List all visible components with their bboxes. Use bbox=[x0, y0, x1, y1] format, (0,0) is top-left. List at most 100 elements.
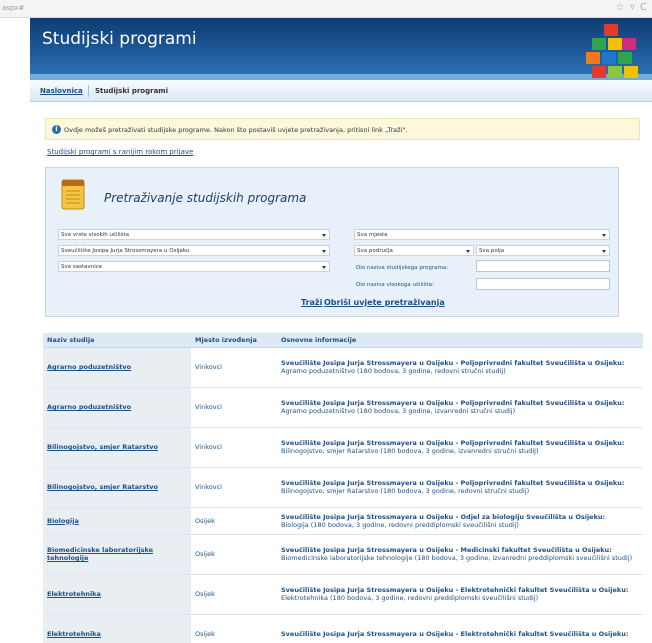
cell-info: Sveučilište Josipa Jurja Strossmayera u … bbox=[277, 614, 643, 643]
nav-home-link[interactable]: Naslovnica bbox=[40, 87, 83, 95]
details-text: Agrarno poduzetništvo (180 bodova, 3 god… bbox=[281, 367, 506, 375]
cell-place: Vinkovci bbox=[191, 427, 277, 468]
program-link[interactable]: Elektrotehnika bbox=[47, 630, 101, 638]
program-link[interactable]: Agrarno poduzetništvo bbox=[47, 403, 131, 411]
browser-tools-icons[interactable]: ☆ ▿ C bbox=[616, 2, 648, 13]
nav-divider bbox=[88, 85, 89, 97]
field-value: Sva polja bbox=[479, 248, 505, 254]
col-header-place: Mjesto izvođenja bbox=[191, 333, 277, 348]
chevron-down-icon bbox=[602, 234, 606, 237]
program-link[interactable]: Biologija bbox=[47, 517, 79, 525]
info-note: i Ovdje možeš pretraživati studijske pro… bbox=[45, 118, 640, 140]
breadcrumb: Naslovnica Studijski programi bbox=[30, 80, 652, 102]
chevron-down-icon bbox=[322, 234, 326, 237]
col-header-info: Osnovne informacije bbox=[277, 333, 643, 348]
details-text: Bilinogojstvo, smjer Ratarstvo (180 bodo… bbox=[281, 447, 539, 455]
browser-toolbar: aspx# ☆ ▿ C bbox=[0, 0, 652, 18]
table-row: Agrarno poduzetništvo Vinkovci Sveučiliš… bbox=[43, 347, 643, 388]
cell-name: Biologija bbox=[43, 507, 191, 535]
cell-name: Bilinogojstvo, smjer Ratarstvo bbox=[43, 427, 191, 468]
cell-name: Biomedicinske laboratorijske tehnologije bbox=[43, 534, 191, 575]
early-deadline-link[interactable]: Studijski programi s ranijim rokom prija… bbox=[47, 148, 193, 156]
details-text: Biomedicinske laboratorijske tehnologije… bbox=[281, 554, 633, 562]
cell-place: Osijek bbox=[191, 574, 277, 615]
field-select[interactable]: Sva polja bbox=[476, 245, 610, 256]
component-value: Sve sastavnice bbox=[61, 264, 103, 270]
search-panel: Pretraživanje studijskih programa Sve vr… bbox=[45, 167, 619, 317]
cell-info: Sveučilište Josipa Jurja Strossmayera u … bbox=[277, 467, 643, 508]
cell-info: Sveučilište Josipa Jurja Strossmayera u … bbox=[277, 574, 643, 615]
program-name-label: Dio naziva studijskoga programa: bbox=[356, 265, 449, 271]
program-link[interactable]: Elektrotehnika bbox=[47, 590, 101, 598]
nav-current-page[interactable]: Studijski programi bbox=[95, 87, 168, 95]
table-row: Agrarno poduzetništvo Vinkovci Sveučiliš… bbox=[43, 387, 643, 428]
program-link[interactable]: Bilinogojstvo, smjer Ratarstvo bbox=[47, 483, 158, 491]
table-row: Biologija Osijek Sveučilište Josipa Jurj… bbox=[43, 507, 643, 535]
col-header-name: Naziv studija bbox=[43, 333, 191, 348]
cell-name: Bilinogojstvo, smjer Ratarstvo bbox=[43, 467, 191, 508]
school-type-value: Sve vrste visokih učilišta bbox=[61, 232, 129, 238]
institution-text: Sveučilište Josipa Jurja Strossmayera u … bbox=[281, 546, 612, 554]
cell-info: Sveučilište Josipa Jurja Strossmayera u … bbox=[277, 347, 643, 388]
cubes-logo-icon bbox=[586, 24, 638, 78]
university-select[interactable]: Sveučilište Josipa Jurja Strossmayera u … bbox=[58, 245, 330, 256]
program-link[interactable]: Bilinogojstvo, smjer Ratarstvo bbox=[47, 443, 158, 451]
notepad-icon bbox=[61, 179, 85, 210]
info-note-text: Ovdje možeš pretraživati studijske progr… bbox=[64, 126, 408, 134]
cell-info: Sveučilište Josipa Jurja Strossmayera u … bbox=[277, 507, 643, 535]
component-select[interactable]: Sve sastavnice bbox=[58, 261, 330, 272]
cell-place: Osijek bbox=[191, 534, 277, 575]
program-name-input[interactable] bbox=[476, 260, 610, 272]
cell-name: Agrarno poduzetništvo bbox=[43, 387, 191, 428]
cell-name: Elektrotehnika bbox=[43, 614, 191, 643]
program-link[interactable]: Agrarno poduzetništvo bbox=[47, 363, 131, 371]
cell-place: Vinkovci bbox=[191, 347, 277, 388]
institution-text: Sveučilište Josipa Jurja Strossmayera u … bbox=[281, 439, 625, 447]
details-text: Biologija (180 bodova, 3 godine, redovni… bbox=[281, 520, 519, 529]
area-select[interactable]: Sva područja bbox=[354, 245, 474, 256]
program-link[interactable]: Biomedicinske laboratorijske tehnologije bbox=[47, 546, 153, 562]
search-link[interactable]: Traži bbox=[301, 298, 322, 307]
place-value: Sva mjesta bbox=[357, 232, 388, 238]
table-row: Bilinogojstvo, smjer Ratarstvo Vinkovci … bbox=[43, 427, 643, 468]
cell-place: Vinkovci bbox=[191, 387, 277, 428]
table-row: Biomedicinske laboratorijske tehnologije… bbox=[43, 534, 643, 575]
info-icon: i bbox=[52, 125, 61, 134]
clear-search-link[interactable]: Obriši uvjete pretraživanja bbox=[324, 298, 445, 307]
place-select[interactable]: Sva mjesta bbox=[354, 229, 610, 240]
institution-text: Sveučilište Josipa Jurja Strossmayera u … bbox=[281, 399, 625, 407]
cell-info: Sveučilište Josipa Jurja Strossmayera u … bbox=[277, 427, 643, 468]
cell-name: Agrarno poduzetništvo bbox=[43, 347, 191, 388]
chevron-down-icon bbox=[322, 250, 326, 253]
details-text: Bilinogojstvo, smjer Ratarstvo (180 bodo… bbox=[281, 487, 530, 495]
institution-text: Sveučilište Josipa Jurja Strossmayera u … bbox=[281, 479, 625, 487]
cell-info: Sveučilište Josipa Jurja Strossmayera u … bbox=[277, 387, 643, 428]
chevron-down-icon bbox=[466, 250, 470, 253]
institution-text: Sveučilište Josipa Jurja Strossmayera u … bbox=[281, 512, 606, 521]
details-text: Agrarno poduzetništvo (180 bodova, 3 god… bbox=[281, 407, 516, 415]
institution-text: Sveučilište Josipa Jurja Strossmayera u … bbox=[281, 586, 629, 594]
cell-name: Elektrotehnika bbox=[43, 574, 191, 615]
details-text: Elektrotehnika (180 bodova, 3 godine, re… bbox=[281, 594, 539, 602]
institution-text: Sveučilište Josipa Jurja Strossmayera u … bbox=[281, 359, 625, 367]
university-value: Sveučilište Josipa Jurja Strossmayera u … bbox=[61, 248, 190, 254]
chevron-down-icon bbox=[602, 250, 606, 253]
school-name-label: Dio naziva visokoga učilišta: bbox=[356, 282, 434, 288]
cell-place: Osijek bbox=[191, 614, 277, 643]
chevron-down-icon bbox=[322, 266, 326, 269]
school-name-input[interactable] bbox=[476, 278, 610, 290]
url-fragment[interactable]: aspx# bbox=[2, 4, 24, 12]
cell-place: Vinkovci bbox=[191, 467, 277, 508]
table-header-row: Naziv studija Mjesto izvođenja Osnovne i… bbox=[43, 333, 643, 348]
area-value: Sva područja bbox=[357, 248, 393, 254]
results-table: Naziv studija Mjesto izvođenja Osnovne i… bbox=[43, 333, 643, 643]
table-row: Elektrotehnika Osijek Sveučilište Josipa… bbox=[43, 574, 643, 615]
school-type-select[interactable]: Sve vrste visokih učilišta bbox=[58, 229, 330, 240]
cell-info: Sveučilište Josipa Jurja Strossmayera u … bbox=[277, 534, 643, 575]
site-header: Studijski programi bbox=[30, 18, 652, 80]
cell-place: Osijek bbox=[191, 507, 277, 535]
search-title: Pretraživanje studijskih programa bbox=[104, 191, 307, 205]
table-row: Elektrotehnika Osijek Sveučilište Josipa… bbox=[43, 614, 643, 643]
institution-text: Sveučilište Josipa Jurja Strossmayera u … bbox=[281, 630, 629, 638]
table-row: Bilinogojstvo, smjer Ratarstvo Vinkovci … bbox=[43, 467, 643, 508]
